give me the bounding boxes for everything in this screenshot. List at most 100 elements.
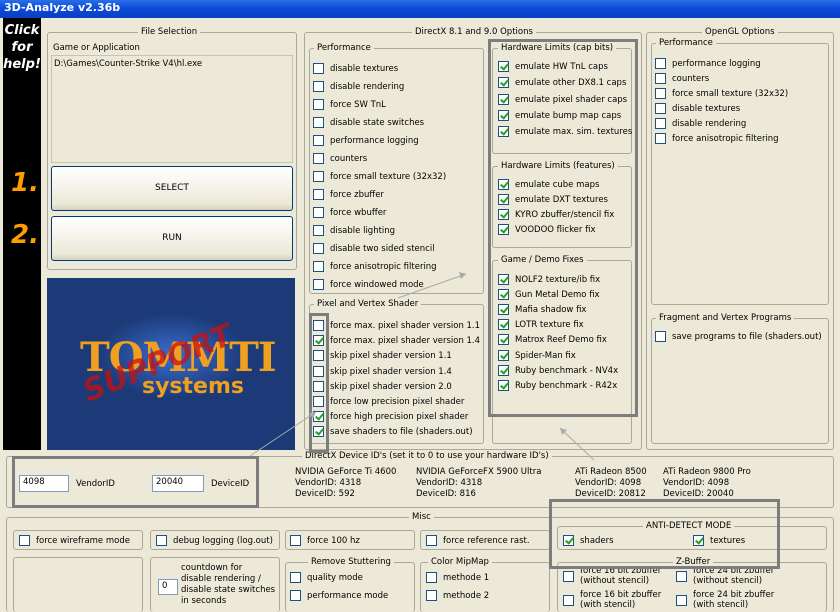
checkbox-box[interactable] — [655, 88, 666, 99]
checkbox-label: force small texture (32x32) — [672, 89, 789, 99]
checkbox-zbuffer-1[interactable]: force 24 bit zbuffer (without stencil) — [676, 566, 774, 586]
checkbox-force-windowed-mode[interactable]: force windowed mode — [313, 279, 424, 291]
checkbox-label: debug logging (log.out) — [173, 536, 273, 546]
checkbox-box[interactable] — [313, 135, 324, 146]
checkbox-box[interactable] — [563, 570, 574, 582]
checkbox-box[interactable] — [676, 570, 687, 582]
checkbox-force-low-precision-pixel-shader[interactable]: force low precision pixel shader — [313, 396, 464, 408]
checkbox-label: save shaders to file (shaders.out) — [330, 427, 473, 438]
checkbox-disable-textures[interactable]: disable textures — [655, 103, 740, 115]
help-sidebar[interactable]: Click for help! 1. 2. — [3, 18, 41, 450]
opengl-fragment-title: Fragment and Vertex Programs — [656, 313, 795, 323]
checkbox-disable-lighting[interactable]: disable lighting — [313, 225, 395, 237]
checkbox-force-reference-rast[interactable]: force reference rast. — [426, 535, 530, 547]
checkbox-debug-logging-log-out[interactable]: debug logging (log.out) — [156, 535, 273, 547]
checkbox-zbuffer-3[interactable]: force 24 bit zbuffer (with stencil) — [676, 590, 774, 610]
checkbox-box[interactable] — [19, 535, 30, 546]
checkbox-disable-textures[interactable]: disable textures — [313, 63, 398, 75]
checkbox-label: force wireframe mode — [36, 536, 130, 546]
checkbox-force-wireframe-mode[interactable]: force wireframe mode — [19, 535, 130, 547]
checkbox-box[interactable] — [313, 99, 324, 110]
checkbox-force-max-pixel-shader-version-1-1[interactable]: force max. pixel shader version 1.1 — [313, 320, 480, 332]
checkbox-box[interactable] — [655, 133, 666, 144]
checkbox-label: force SW TnL — [330, 100, 386, 110]
checkbox-force-anisotropic-filtering[interactable]: force anisotropic filtering — [313, 261, 437, 273]
title-bar: 3D-Analyze v2.36b — [0, 0, 840, 18]
card-name: ATi Radeon 9800 Pro — [663, 467, 751, 477]
card-device: DeviceID: 816 — [416, 489, 476, 499]
checkbox-force-anisotropic-filtering[interactable]: force anisotropic filtering — [655, 133, 779, 145]
checkbox-skip-pixel-shader-version-1-1[interactable]: skip pixel shader version 1.1 — [313, 350, 452, 362]
checkbox-force-sw-tnl[interactable]: force SW TnL — [313, 99, 386, 111]
checkbox-zbuffer-2[interactable]: force 16 bit zbuffer (with stencil) — [563, 590, 661, 610]
checkbox-save-programs-to-file-shaders-out[interactable]: save programs to file (shaders.out) — [655, 331, 822, 343]
checkbox-label: counters — [330, 154, 368, 164]
checkbox-force-max-pixel-shader-version-1-4[interactable]: force max. pixel shader version 1.4 — [313, 335, 480, 347]
checkbox-box[interactable] — [563, 594, 574, 606]
app-path[interactable]: D:\Games\Counter-Strike V4\hl.exe — [52, 56, 292, 72]
checkbox-label: disable two sided stencil — [330, 244, 435, 254]
checkbox-force-high-precision-pixel-shader[interactable]: force high precision pixel shader — [313, 411, 468, 423]
checkbox-box[interactable] — [655, 118, 666, 129]
app-path-list[interactable]: D:\Games\Counter-Strike V4\hl.exe — [51, 55, 293, 163]
checkbox-box[interactable] — [313, 225, 324, 236]
checkbox-performance-logging[interactable]: performance logging — [313, 135, 419, 147]
checkbox-disable-rendering[interactable]: disable rendering — [655, 118, 746, 130]
countdown-input[interactable]: 0 — [158, 579, 178, 595]
checkbox-box[interactable] — [426, 535, 437, 546]
checkbox-disable-state-switches[interactable]: disable state switches — [313, 117, 424, 129]
card-vendor: VendorID: 4318 — [295, 478, 362, 488]
checkbox-force-zbuffer[interactable]: force zbuffer — [313, 189, 384, 201]
checkbox-box[interactable] — [313, 153, 324, 164]
zbuffer-line: (with stencil) — [693, 600, 749, 610]
card-info-ti4600[interactable]: NVIDIA GeForce Ti 4600 VendorID: 4318 De… — [295, 467, 396, 500]
checkbox-box[interactable] — [655, 73, 666, 84]
card-info-fx5900[interactable]: NVIDIA GeForceFX 5900 Ultra VendorID: 43… — [416, 467, 541, 500]
countdown-line: countdown for — [181, 563, 243, 573]
checkbox-box[interactable] — [676, 594, 687, 606]
checkbox-label: disable textures — [330, 64, 399, 74]
checkbox-label: disable state switches — [330, 118, 425, 128]
checkbox-save-shaders-to-file-shaders-out[interactable]: save shaders to file (shaders.out) — [313, 426, 473, 438]
checkbox-box[interactable] — [313, 207, 324, 218]
checkbox-force-small-texture-32x32[interactable]: force small texture (32x32) — [313, 171, 446, 183]
checkbox-disable-two-sided-stencil[interactable]: disable two sided stencil — [313, 243, 435, 255]
checkbox-counters[interactable]: counters — [655, 73, 709, 85]
select-button[interactable]: SELECT — [51, 166, 293, 211]
checkbox-label: force reference rast. — [443, 536, 530, 546]
checkbox-force-wbuffer[interactable]: force wbuffer — [313, 207, 386, 219]
checkbox-skip-pixel-shader-version-1-4[interactable]: skip pixel shader version 1.4 — [313, 365, 452, 378]
dx-shader-title: Pixel and Vertex Shader — [314, 299, 422, 309]
checkbox-label: force anisotropic filtering — [672, 134, 779, 144]
checkbox-box[interactable] — [313, 261, 324, 272]
checkbox-box[interactable] — [313, 189, 324, 200]
card-name: ATi Radeon 8500 — [575, 467, 647, 477]
checkbox-box[interactable] — [313, 117, 324, 128]
checkbox-skip-pixel-shader-version-2-0[interactable]: skip pixel shader version 2.0 — [313, 380, 452, 393]
checkbox-label: force 16 bit zbuffer (without stencil) — [580, 566, 661, 586]
checkbox-box[interactable] — [313, 243, 324, 254]
checkbox-box[interactable] — [156, 535, 167, 546]
checkbox-box[interactable] — [655, 103, 666, 114]
run-button[interactable]: RUN — [51, 216, 293, 261]
checkbox-box[interactable] — [290, 535, 301, 546]
app-label: Game or Application — [53, 43, 140, 53]
checkbox-label: force low precision pixel shader — [330, 397, 465, 407]
checkbox-box[interactable] — [313, 81, 324, 92]
checkbox-disable-rendering[interactable]: disable rendering — [313, 81, 404, 93]
help-text[interactable]: Click for help! — [3, 22, 41, 73]
checkbox-label: performance logging — [330, 136, 419, 146]
checkbox-label: force 100 hz — [307, 536, 360, 546]
checkbox-box[interactable] — [313, 63, 324, 74]
checkbox-box[interactable] — [655, 58, 666, 69]
checkbox-box[interactable] — [313, 279, 324, 290]
card-info-radeon9800[interactable]: ATi Radeon 9800 Pro VendorID: 4098 Devic… — [663, 467, 751, 500]
checkbox-counters[interactable]: counters — [313, 153, 367, 165]
checkbox-performance-logging[interactable]: performance logging — [655, 58, 761, 70]
card-info-radeon8500[interactable]: ATi Radeon 8500 VendorID: 4098 DeviceID:… — [575, 467, 647, 500]
checkbox-box[interactable] — [655, 331, 666, 342]
checkbox-force-100-hz[interactable]: force 100 hz — [290, 535, 360, 547]
checkbox-zbuffer-0[interactable]: force 16 bit zbuffer (without stencil) — [563, 566, 661, 586]
checkbox-force-small-texture-32x32[interactable]: force small texture (32x32) — [655, 88, 788, 100]
checkbox-box[interactable] — [313, 171, 324, 182]
